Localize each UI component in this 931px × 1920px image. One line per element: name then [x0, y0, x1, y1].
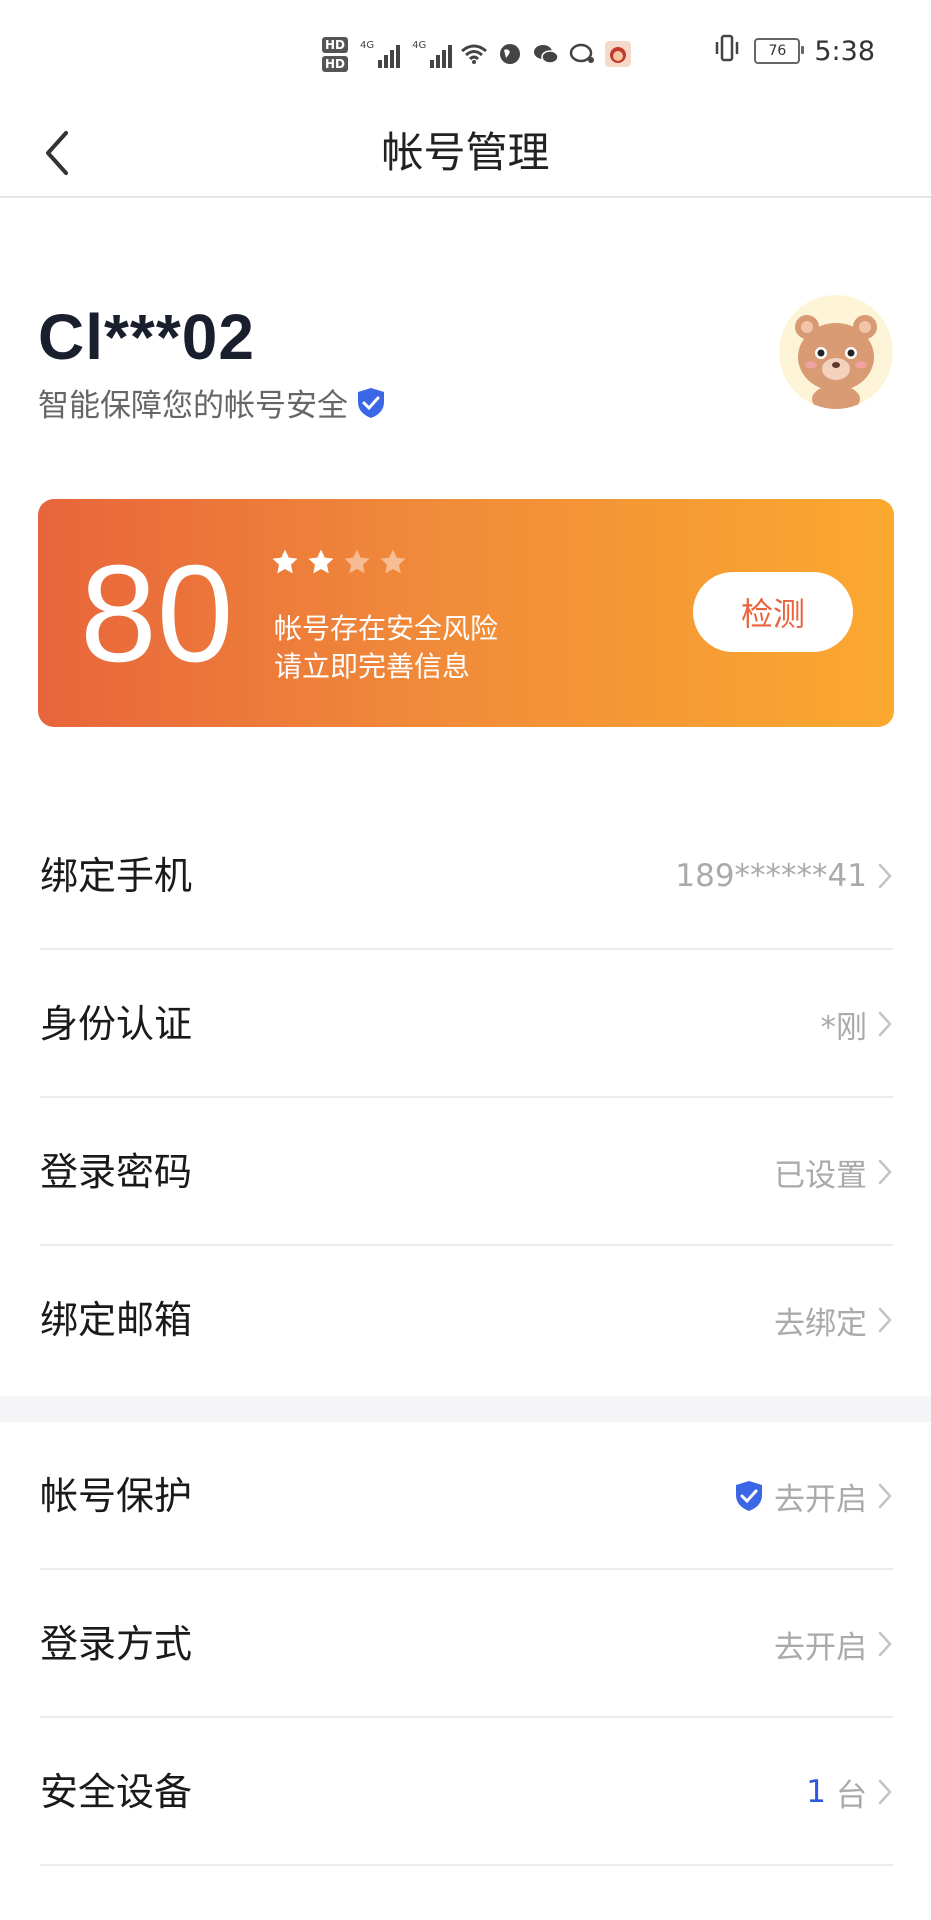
- chevron-right-icon: [878, 1307, 892, 1333]
- item-value: 已设置: [774, 1157, 867, 1194]
- list-item-bind-phone[interactable]: 绑定手机 189******41: [0, 802, 931, 950]
- item-label: 绑定邮箱: [40, 1298, 193, 1342]
- chevron-right-icon: [878, 863, 892, 889]
- chevron-right-icon: [878, 1483, 892, 1509]
- wifi-icon: [460, 40, 488, 68]
- rating-stars: [270, 547, 408, 577]
- item-label: 登录方式: [40, 1622, 193, 1666]
- account-subtitle: 智能保障您的帐号安全: [38, 380, 386, 425]
- status-icons-left: HD HD 4G 4G: [322, 30, 632, 78]
- page-title: 帐号管理: [381, 128, 550, 177]
- item-right: 已设置: [774, 1098, 893, 1246]
- avatar[interactable]: [779, 295, 893, 409]
- signal-2-icon: 4G: [412, 40, 453, 68]
- check-button[interactable]: 检测: [693, 572, 853, 652]
- item-right: 去开启: [774, 1570, 893, 1718]
- list-item-account-protection[interactable]: 帐号保护 去开启: [0, 1422, 931, 1570]
- signal-1-icon: 4G: [360, 40, 401, 68]
- vibrate-icon: [714, 34, 740, 68]
- item-label: 绑定手机: [40, 854, 193, 898]
- hd2-badge: HD: [322, 55, 349, 72]
- account-subtitle-text: 智能保障您的帐号安全: [38, 388, 348, 424]
- star-filled-icon: [308, 549, 334, 574]
- shield-check-icon: [736, 1481, 762, 1511]
- item-label: 登录密码: [40, 1150, 193, 1194]
- star-empty-icon: [344, 549, 370, 574]
- star-filled-icon: [272, 549, 298, 574]
- security-score: 80: [80, 537, 234, 691]
- item-right: 1 台: [806, 1718, 893, 1866]
- item-right: 去绑定: [774, 1246, 893, 1394]
- item-label: 身份认证: [40, 1002, 193, 1046]
- item-value: 去开启: [774, 1629, 867, 1666]
- security-score-card: 80 帐号存在安全风险 请立即完善信息 检测: [38, 499, 894, 727]
- item-value: *刚: [820, 1009, 868, 1046]
- list-item-login-method[interactable]: 登录方式 去开启: [0, 1570, 931, 1718]
- item-label: 安全设备: [40, 1770, 193, 1814]
- star-empty-icon: [380, 549, 406, 574]
- list-item-identity-verification[interactable]: 身份认证 *刚: [0, 950, 931, 1098]
- device-unit: 台: [836, 1777, 867, 1814]
- chevron-left-icon: [46, 131, 68, 175]
- chevron-right-icon: [878, 1779, 892, 1805]
- item-value: 去绑定: [774, 1305, 867, 1342]
- app-notification-icon: [604, 40, 632, 68]
- wechat-icon: [532, 40, 560, 68]
- risk-text-line1: 帐号存在安全风险: [274, 612, 499, 645]
- nav-bar: 帐号管理: [0, 110, 931, 198]
- item-label: 帐号保护: [40, 1474, 193, 1518]
- list-item-security-devices[interactable]: 安全设备 1 台: [0, 1718, 931, 1866]
- divider: [40, 1864, 893, 1866]
- battery-icon: 76: [754, 38, 805, 64]
- list-item-bind-email[interactable]: 绑定邮箱 去绑定: [0, 1246, 931, 1394]
- globe-icon: [496, 40, 524, 68]
- bear-avatar-icon: [779, 295, 893, 409]
- chevron-right-icon: [878, 1631, 892, 1657]
- list-item-login-password[interactable]: 登录密码 已设置: [0, 1098, 931, 1246]
- chevron-right-icon: [878, 1159, 892, 1185]
- item-value: 去开启: [774, 1481, 867, 1518]
- item-right: 189******41: [675, 802, 893, 950]
- chat-bubble-icon: [568, 40, 596, 68]
- status-icons-right: 76 5:38: [714, 34, 875, 68]
- shield-check-icon: [358, 387, 384, 418]
- item-right: 去开启: [734, 1422, 893, 1570]
- hd1-badge: HD: [322, 36, 349, 53]
- hd-indicators: HD HD: [322, 36, 349, 72]
- item-value: 189******41: [675, 858, 867, 894]
- section-divider: [0, 1396, 931, 1422]
- risk-text-line2: 请立即完善信息: [274, 650, 471, 683]
- chevron-right-icon: [878, 1011, 892, 1037]
- status-bar: HD HD 4G 4G 76 5:38: [0, 0, 931, 110]
- back-button[interactable]: [26, 120, 86, 186]
- clock: 5:38: [814, 35, 875, 67]
- device-count: 1: [806, 1774, 826, 1810]
- account-name: Cl***02: [38, 301, 255, 373]
- item-right: *刚: [821, 950, 894, 1098]
